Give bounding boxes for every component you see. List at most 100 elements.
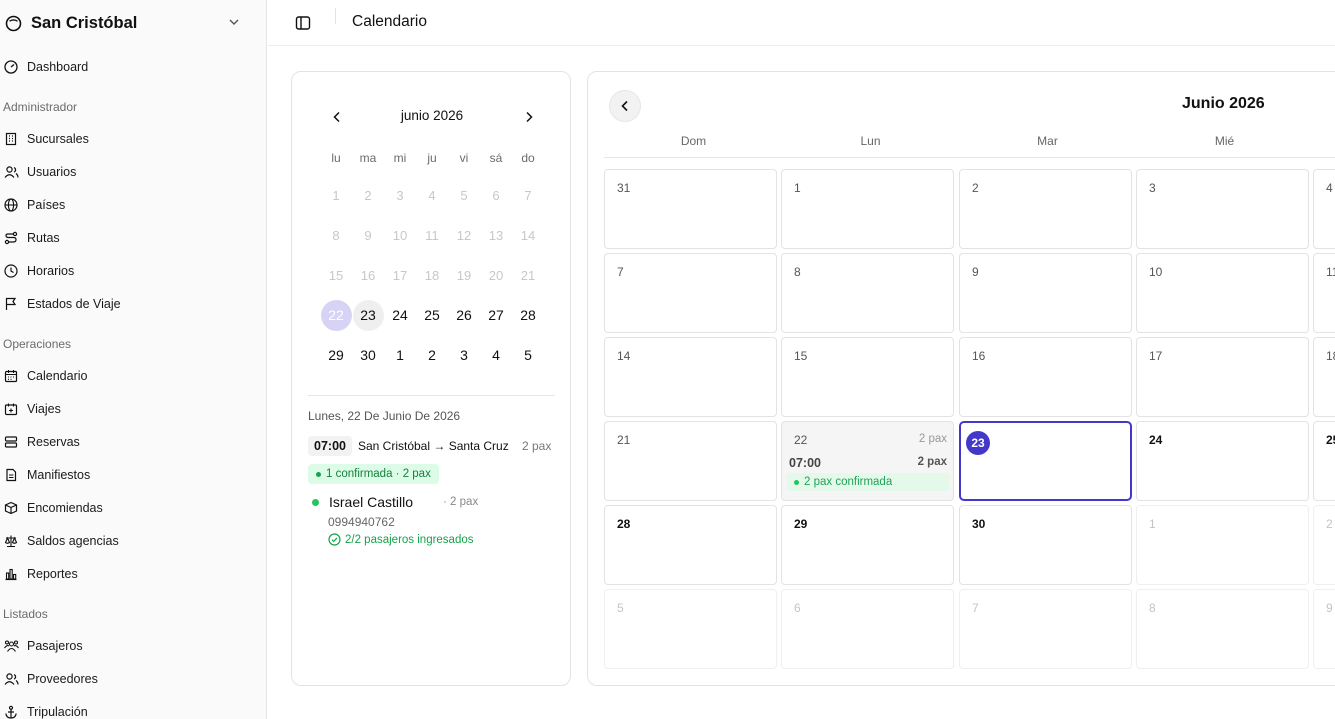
topbar: Calendario	[268, 0, 1335, 46]
sidebar-item-reservas[interactable]: Reservas	[3, 431, 253, 453]
day-cell[interactable]: 23	[959, 421, 1132, 501]
day-cell[interactable]: 10	[1136, 253, 1309, 333]
sidebar-item-sucursales[interactable]: Sucursales	[3, 128, 253, 150]
mini-day-cell[interactable]: 22	[320, 295, 352, 335]
day-cell[interactable]: 24	[1136, 421, 1309, 501]
day-number: 31	[617, 181, 631, 195]
passenger-item[interactable]: Israel Castillo · 2 pax	[312, 492, 552, 512]
sidebar-item-manifiestos[interactable]: Manifiestos	[3, 464, 253, 486]
mini-day-cell[interactable]: 20	[480, 255, 512, 295]
mini-day-cell[interactable]: 21	[512, 255, 544, 295]
mini-day-cell[interactable]: 24	[384, 295, 416, 335]
sidebar-item-estados-viaje[interactable]: Estados de Viaje	[3, 293, 253, 315]
mini-day-cell[interactable]: 1	[320, 175, 352, 215]
sidebar-item-pasajeros[interactable]: Pasajeros	[3, 635, 253, 657]
day-cell[interactable]: 28	[604, 505, 777, 585]
day-cell[interactable]: 22 2 pax 07:00 2 pax 2 pax confirmada	[781, 421, 954, 501]
mini-day-cell[interactable]: 25	[416, 295, 448, 335]
day-cell[interactable]: 15	[781, 337, 954, 417]
mini-day-cell[interactable]: 8	[320, 215, 352, 255]
day-cell[interactable]: 21	[604, 421, 777, 501]
sidebar-item-saldos-agencias[interactable]: Saldos agencias	[3, 530, 253, 552]
day-cell[interactable]: 9	[959, 253, 1132, 333]
chevron-right-icon[interactable]	[520, 108, 538, 126]
sidebar-item-label: Proveedores	[27, 672, 98, 686]
mini-day-cell[interactable]: 13	[480, 215, 512, 255]
trip-item[interactable]: 07:00 San Cristóbal → Santa Cruz 2 pax	[308, 435, 555, 457]
mini-day-number: 13	[488, 227, 504, 243]
day-cell[interactable]: 1	[1136, 505, 1309, 585]
mini-day-cell[interactable]: 16	[352, 255, 384, 295]
mini-day-cell[interactable]: 12	[448, 215, 480, 255]
sidebar-item-reportes[interactable]: Reportes	[3, 563, 253, 585]
mini-day-cell[interactable]: 23	[352, 295, 384, 335]
day-cell[interactable]: 6	[781, 589, 954, 669]
day-cell[interactable]: 29	[781, 505, 954, 585]
mini-day-cell[interactable]: 18	[416, 255, 448, 295]
day-cell[interactable]: 30	[959, 505, 1132, 585]
event-time[interactable]: 07:00	[789, 456, 821, 470]
previous-month-button[interactable]	[609, 90, 641, 122]
sidebar-item-viajes[interactable]: Viajes	[3, 398, 253, 420]
mini-day-cell[interactable]: 19	[448, 255, 480, 295]
mini-day-cell[interactable]: 3	[384, 175, 416, 215]
day-cell[interactable]: 3	[1136, 169, 1309, 249]
sidebar-item-paises[interactable]: Países	[3, 194, 253, 216]
day-cell[interactable]: 8	[1136, 589, 1309, 669]
mini-day-cell[interactable]: 17	[384, 255, 416, 295]
mini-day-cell[interactable]: 7	[512, 175, 544, 215]
mini-day-cell[interactable]: 15	[320, 255, 352, 295]
day-cell[interactable]: 9	[1313, 589, 1335, 669]
day-number: 29	[794, 517, 808, 531]
mini-day-cell[interactable]: 9	[352, 215, 384, 255]
day-cell[interactable]: 16	[959, 337, 1132, 417]
day-cell[interactable]: 2	[1313, 505, 1335, 585]
mini-day-cell[interactable]: 29	[320, 335, 352, 375]
mini-day-cell[interactable]: 2	[416, 335, 448, 375]
mini-day-cell[interactable]: 4	[480, 335, 512, 375]
mini-day-cell[interactable]: 28	[512, 295, 544, 335]
day-number: 3	[1149, 181, 1156, 195]
mini-day-number: 9	[364, 227, 372, 243]
mini-day-cell[interactable]: 1	[384, 335, 416, 375]
day-cell[interactable]: 25	[1313, 421, 1335, 501]
day-cell[interactable]: 31	[604, 169, 777, 249]
mini-day-cell[interactable]: 30	[352, 335, 384, 375]
sidebar-item-encomiendas[interactable]: Encomiendas	[3, 497, 253, 519]
sidebar-item-proveedores[interactable]: Proveedores	[3, 668, 253, 690]
sidebar-item-rutas[interactable]: Rutas	[3, 227, 253, 249]
sidebar-item-tripulacion[interactable]: Tripulación	[3, 701, 253, 719]
mini-day-cell[interactable]: 5	[512, 335, 544, 375]
day-cell[interactable]: 14	[604, 337, 777, 417]
sidebar-item-horarios[interactable]: Horarios	[3, 260, 253, 282]
day-cell[interactable]: 7	[959, 589, 1132, 669]
workspace-switcher[interactable]: San Cristóbal	[4, 11, 254, 35]
day-cell[interactable]: 4	[1313, 169, 1335, 249]
mini-day-cell[interactable]: 5	[448, 175, 480, 215]
day-cell[interactable]: 7	[604, 253, 777, 333]
mini-day-cell[interactable]: 26	[448, 295, 480, 335]
mini-day-cell[interactable]: 6	[480, 175, 512, 215]
day-cell[interactable]: 2	[959, 169, 1132, 249]
mini-day-cell[interactable]: 3	[448, 335, 480, 375]
day-cell[interactable]: 8	[781, 253, 954, 333]
mini-day-cell[interactable]: 11	[416, 215, 448, 255]
trip-time: 07:00	[308, 436, 352, 456]
day-cell[interactable]: 17	[1136, 337, 1309, 417]
mini-day-cell[interactable]: 27	[480, 295, 512, 335]
mini-day-cell[interactable]: 2	[352, 175, 384, 215]
sidebar-item-calendario[interactable]: Calendario	[3, 365, 253, 387]
sidebar-item-dashboard[interactable]: Dashboard	[3, 56, 253, 78]
mini-day-cell[interactable]: 10	[384, 215, 416, 255]
day-cell[interactable]: 5	[604, 589, 777, 669]
day-cell[interactable]: 11	[1313, 253, 1335, 333]
mini-day-cell[interactable]: 4	[416, 175, 448, 215]
mini-day-cell[interactable]: 14	[512, 215, 544, 255]
sidebar-item-usuarios[interactable]: Usuarios	[3, 161, 253, 183]
bus-logo-icon	[4, 14, 22, 32]
day-cell[interactable]: 18	[1313, 337, 1335, 417]
day-number: 11	[1326, 265, 1335, 279]
day-cell[interactable]: 1	[781, 169, 954, 249]
sidebar-toggle-icon[interactable]	[294, 14, 312, 32]
day-number: 1	[794, 181, 801, 195]
